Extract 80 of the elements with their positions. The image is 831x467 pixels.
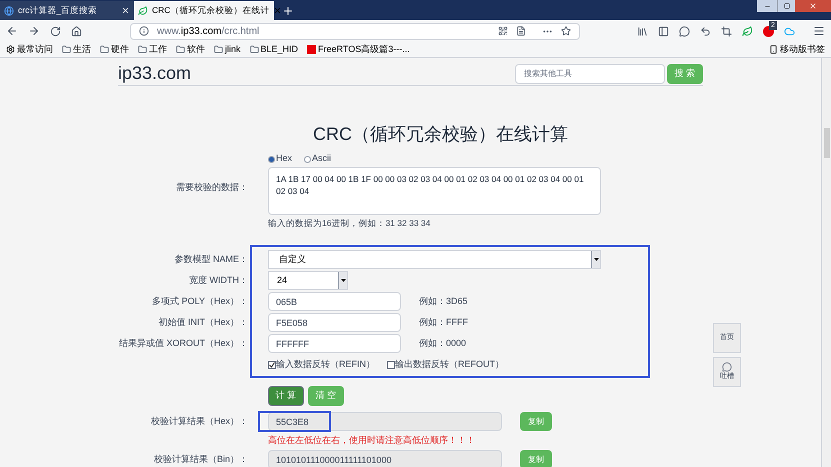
field-label: 初始值 INIT（Hex）： <box>157 316 249 329</box>
reader-icon[interactable] <box>516 26 526 36</box>
browser-tab[interactable]: crc计算器_百度搜索 <box>0 1 134 20</box>
site-logo[interactable]: ip33.com <box>118 60 515 87</box>
qr-code-icon[interactable] <box>498 26 508 36</box>
field-label: 需要校验的数据： <box>175 181 249 194</box>
phone-icon <box>769 45 778 54</box>
library-icon[interactable] <box>637 26 648 36</box>
maximize-button[interactable] <box>777 0 795 12</box>
checkbox-option[interactable]: 输出数据反转（REFOUT） <box>387 358 504 372</box>
maximize-icon <box>784 3 790 9</box>
caret-icon <box>340 279 346 282</box>
width-select[interactable]: 24 <box>268 271 348 290</box>
address-bar[interactable]: www.ip33.com/crc.html <box>130 22 580 40</box>
checkbox-option[interactable]: 输入数据反转（REFIN） <box>268 358 375 372</box>
chat-icon <box>722 362 732 372</box>
search-field[interactable]: 搜索其他工具 <box>515 64 665 84</box>
example-text: 例如：FFFF <box>419 316 468 329</box>
gear-icon <box>6 45 15 54</box>
site-icon <box>307 45 316 54</box>
action-button[interactable]: 计 算 <box>268 386 304 406</box>
reload-icon[interactable] <box>50 26 61 36</box>
check-icon <box>269 362 275 368</box>
folder-icon <box>62 45 71 54</box>
warning-text: 高位在左低位在右，使用时请注意高低位顺序！！！ <box>268 434 476 447</box>
folder-icon <box>138 45 147 54</box>
bookmark-item[interactable]: jlink <box>214 42 241 56</box>
hex-input[interactable]: F5E058 <box>268 313 401 332</box>
folder-icon <box>214 45 223 54</box>
dropdown-button[interactable] <box>338 272 347 289</box>
data-textarea[interactable]: 1A 1B 17 00 04 00 1B 1F 00 00 03 02 03 04 00 01 02 03 04 00 01 02 03 04 00 01 02 03 04 <box>268 167 601 215</box>
result-field[interactable]: 101010111000011111101000 <box>268 450 502 467</box>
info-icon <box>139 26 149 36</box>
bookmark-item[interactable]: 移动版书签 <box>769 42 825 56</box>
bookmark-item[interactable]: 硬件 <box>100 42 129 56</box>
chat-icon[interactable] <box>679 26 690 36</box>
bookmark-item[interactable]: 软件 <box>176 42 205 56</box>
folder-icon <box>250 45 259 54</box>
format-radio[interactable]: Hex <box>268 152 292 166</box>
hex-input[interactable]: FFFFFF <box>268 334 401 353</box>
field-label: 多项式 POLY（Hex）： <box>151 294 249 308</box>
close-icon[interactable] <box>273 6 282 15</box>
new-tab-icon[interactable] <box>282 5 294 17</box>
hex-input[interactable]: 065B <box>268 292 401 311</box>
folder-icon <box>100 45 109 54</box>
tab-title: CRC（循环冗余校验）在线计 <box>152 4 270 17</box>
sidebar-icon[interactable] <box>658 26 669 36</box>
example-text: 例如：0000 <box>419 336 466 350</box>
result-field[interactable]: 55C3E8 <box>268 412 502 431</box>
tab-title: crc计算器_百度搜索 <box>18 4 98 17</box>
close-icon <box>809 2 817 10</box>
field-label: 宽度 WIDTH： <box>188 274 249 287</box>
bookmark-item[interactable]: FreeRTOS高级篇3---... <box>307 42 410 56</box>
field-label: 校验计算结果（Hex）： <box>150 414 249 428</box>
close-icon[interactable] <box>121 6 130 15</box>
bookmark-item[interactable]: 最常访问 <box>6 42 53 56</box>
bookmark-item[interactable]: 工作 <box>138 42 167 56</box>
hint-text: 输入的数据为16进制，例如：31 32 33 34 <box>268 217 432 229</box>
page-title: CRC（循环冗余校验）在线计算 <box>312 123 569 145</box>
field-label: 结果异或值 XOROUT（Hex）： <box>118 336 249 350</box>
star-icon[interactable] <box>561 26 571 36</box>
plant-icon[interactable] <box>742 26 753 36</box>
bookmark-item[interactable]: 生活 <box>62 42 91 56</box>
menu-icon[interactable] <box>813 25 825 37</box>
crop-icon[interactable] <box>721 26 732 36</box>
home-icon[interactable] <box>71 26 82 36</box>
format-radio[interactable]: Ascii <box>304 152 332 166</box>
leaf-icon <box>138 6 148 16</box>
bookmark-item[interactable]: BLE_HID <box>250 42 298 56</box>
back-icon[interactable] <box>6 25 18 37</box>
field-label: 校验计算结果（Bin）： <box>152 452 249 466</box>
dropdown-button[interactable] <box>591 251 600 268</box>
name-select[interactable]: 自定义 <box>268 250 601 269</box>
forward-icon[interactable] <box>28 25 40 37</box>
undo-icon[interactable] <box>700 26 711 36</box>
url-text: www.ip33.com/crc.html <box>157 24 260 38</box>
folder-icon <box>176 45 185 54</box>
example-text: 例如：3D65 <box>419 294 468 308</box>
caret-icon <box>594 258 598 261</box>
field-label: 参数模型 NAME： <box>173 252 249 266</box>
